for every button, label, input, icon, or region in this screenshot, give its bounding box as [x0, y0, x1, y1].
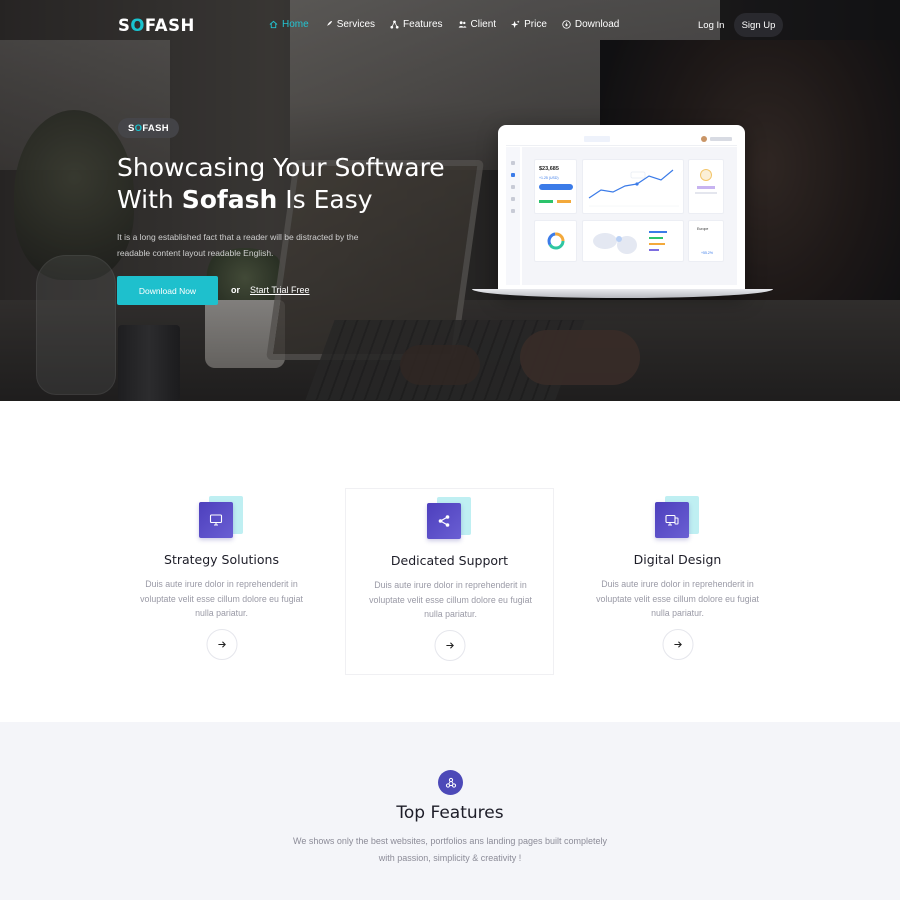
- service-card-design: Digital Design Duis aute irure dolor in …: [573, 488, 782, 675]
- service-card-strategy: Strategy Solutions Duis aute irure dolor…: [117, 488, 326, 675]
- service-description: Duis aute irure dolor in reprehenderit i…: [140, 579, 303, 618]
- mockup-donut-chart: [547, 232, 565, 250]
- arrow-right-icon: [217, 641, 226, 648]
- nav-item-home[interactable]: Home: [269, 19, 309, 30]
- mockup-world-map: [593, 231, 667, 254]
- main-menu: Home Services Features Client Price Down…: [269, 19, 619, 30]
- mockup-topbar: [506, 133, 737, 146]
- mockup-avatar: [701, 136, 707, 142]
- nav-item-services[interactable]: Services: [324, 19, 375, 30]
- nav-item-features[interactable]: Features: [390, 19, 443, 30]
- hero-description: It is a long established fact that a rea…: [117, 232, 359, 258]
- service-title: Digital Design: [633, 552, 722, 567]
- mockup-line-chart: [588, 169, 679, 207]
- mockup-region-card: Europe +55.2%: [688, 220, 724, 262]
- nodes-icon: [445, 777, 456, 788]
- service-title: Dedicated Support: [390, 553, 509, 568]
- devices-icon: [664, 514, 678, 526]
- mockup-sidebar: [506, 147, 520, 285]
- hero-badge: S O FASH: [118, 118, 179, 138]
- login-link[interactable]: Log In: [698, 20, 724, 31]
- features-subtitle: We shows only the best websites, portfol…: [292, 836, 607, 863]
- service-more-button[interactable]: [434, 630, 465, 661]
- network-icon: [390, 20, 399, 29]
- rocket-icon: [325, 20, 332, 28]
- nav-item-price[interactable]: Price: [511, 19, 547, 30]
- hero-title: Showcasing Your Software With Sofash Is …: [117, 153, 445, 214]
- signup-button[interactable]: Sign Up: [734, 13, 783, 37]
- sparkle-icon: [511, 20, 520, 29]
- mockup-search: [584, 136, 610, 142]
- service-card-support: Dedicated Support Duis aute irure dolor …: [345, 488, 554, 675]
- mockup-balance-card: $23,685 +1.25 (USD): [534, 159, 577, 214]
- arrow-right-icon: [445, 642, 454, 649]
- service-more-button[interactable]: [206, 629, 237, 660]
- service-more-button[interactable]: [662, 629, 693, 660]
- start-trial-link[interactable]: Start Trial Free: [250, 285, 310, 295]
- users-icon: [458, 21, 466, 28]
- or-separator: or: [231, 285, 240, 295]
- mockup-donut-card: [534, 220, 577, 262]
- nav-item-download[interactable]: Download: [562, 19, 619, 30]
- features-title: Top Features: [396, 803, 504, 823]
- mockup-button: [539, 184, 573, 190]
- home-icon: [269, 20, 278, 29]
- dashboard-mockup: $23,685 +1.25 (USD) Europe +55.2%: [498, 125, 745, 293]
- download-icon: [562, 20, 571, 29]
- mockup-profile-card: [688, 159, 724, 214]
- top-navbar: SOFASH Home Services Features Client Pri…: [0, 0, 900, 52]
- brand-logo[interactable]: SOFASH: [118, 16, 195, 35]
- mockup-map-card: [582, 220, 684, 262]
- share-icon: [438, 515, 449, 527]
- mockup-line-chart-card: [582, 159, 684, 214]
- features-badge: [438, 770, 463, 795]
- service-description: Duis aute irure dolor in reprehenderit i…: [596, 579, 759, 618]
- nav-item-client[interactable]: Client: [458, 19, 496, 30]
- service-description: Duis aute irure dolor in reprehenderit i…: [369, 580, 532, 619]
- monitor-icon: [209, 514, 222, 526]
- arrow-right-icon: [673, 641, 682, 648]
- service-title: Strategy Solutions: [164, 552, 279, 567]
- download-now-button[interactable]: Download Now: [117, 276, 218, 305]
- mockup-username: [710, 137, 732, 141]
